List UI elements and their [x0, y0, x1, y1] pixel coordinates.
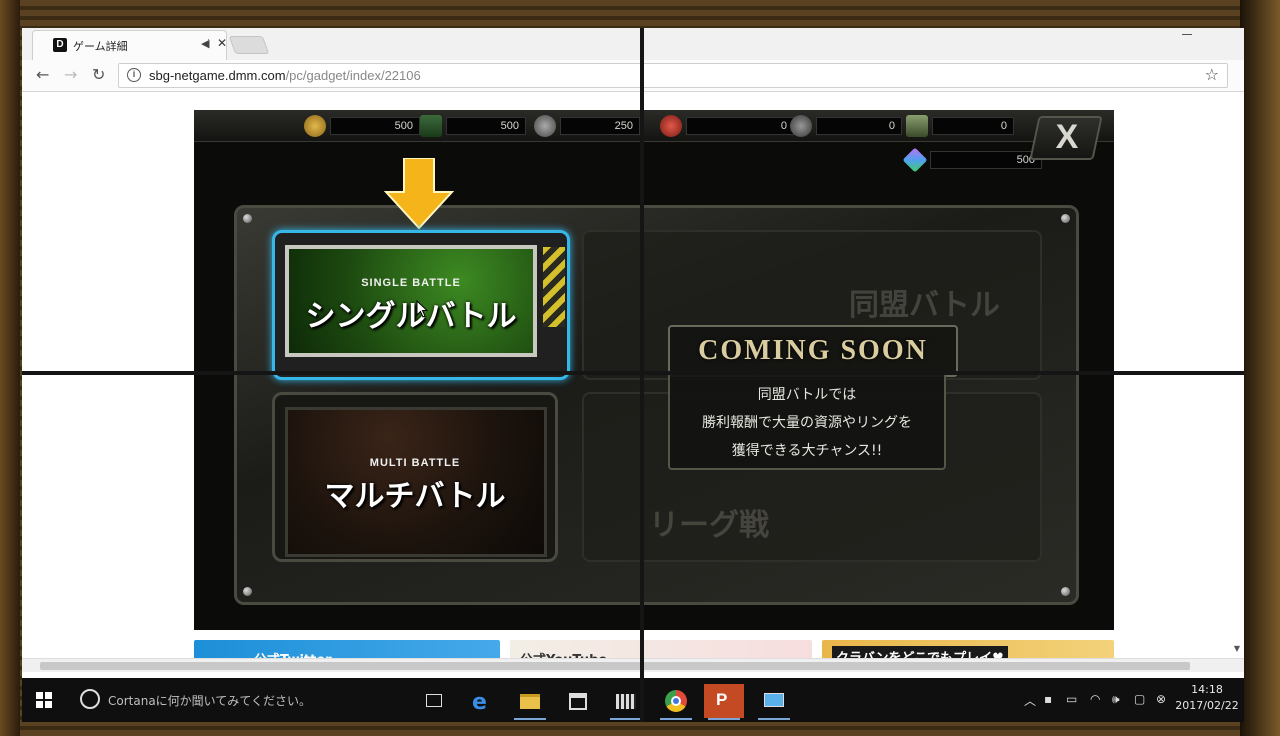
- forward-arrow-icon[interactable]: →: [64, 65, 77, 84]
- parts-icon: [534, 115, 556, 137]
- browser-toolbar: ← → ↻ i sbg-netgame.dmm.com/pc/gadget/in…: [22, 60, 1244, 92]
- tab-title: ゲーム詳細: [73, 40, 128, 53]
- url-host: sbg-netgame.dmm.com: [149, 68, 286, 83]
- multi-battle-button[interactable]: MULTI BATTLE マルチバトル: [272, 392, 558, 562]
- address-bar[interactable]: i sbg-netgame.dmm.com/pc/gadget/index/22…: [118, 63, 1228, 88]
- coming-soon-text: COMING SOON: [698, 335, 928, 366]
- cash-icon: [906, 115, 928, 137]
- mouse-cursor-icon: [416, 300, 429, 318]
- scrollbar-thumb[interactable]: [40, 662, 1190, 670]
- browser-tabstrip: D ゲーム詳細 ◀ׁ ✕: [22, 28, 1244, 60]
- coin-icon: [304, 115, 326, 137]
- info-icon[interactable]: i: [127, 68, 141, 82]
- coming-soon-panel: COMING SOON: [668, 325, 958, 377]
- edge-icon[interactable]: e: [462, 684, 502, 718]
- alliance-battle-label: 同盟バトル: [849, 288, 1000, 323]
- star-icon[interactable]: ☆: [1205, 65, 1219, 84]
- cortana-icon[interactable]: [80, 689, 100, 709]
- display-seam-horizontal: [22, 371, 1244, 375]
- description-line: 同盟バトルでは: [757, 387, 857, 403]
- speaker-icon[interactable]: ◀ׁ: [201, 37, 209, 50]
- supply-icon: [420, 115, 442, 137]
- single-battle-title: シングルバトル: [305, 299, 517, 334]
- resource-bar: 500 500 250 0 0 0: [194, 110, 1114, 142]
- show-hidden-icons-icon[interactable]: ︿: [1024, 692, 1036, 709]
- reload-icon[interactable]: ↻: [92, 65, 105, 84]
- url-path: /pc/gadget/index/22106: [285, 68, 421, 83]
- multi-battle-title: マルチバトル: [324, 479, 506, 514]
- down-arrow-icon: [384, 158, 454, 230]
- notifications-icon[interactable]: ▢: [1134, 692, 1145, 706]
- back-arrow-icon[interactable]: ←: [36, 65, 49, 84]
- league-battle-label: リーグ戦: [649, 508, 769, 543]
- resource-value: 0: [816, 117, 902, 135]
- error-icon[interactable]: ⊗: [1156, 692, 1166, 706]
- resource-value: 500: [446, 117, 526, 135]
- file-explorer-icon[interactable]: [510, 684, 550, 720]
- windows-start-icon[interactable]: [36, 692, 52, 708]
- gear-icon: [790, 115, 812, 137]
- url-text[interactable]: sbg-netgame.dmm.com/pc/gadget/index/2210…: [149, 68, 421, 83]
- description-line: 勝利報酬で大量の資源やリングを: [702, 415, 912, 431]
- multi-battle-sub: MULTI BATTLE: [369, 457, 461, 469]
- browser-tab[interactable]: D ゲーム詳細 ◀ׁ ✕: [32, 30, 227, 60]
- rivet: [243, 214, 252, 223]
- remote-desktop-icon[interactable]: [754, 684, 794, 720]
- task-view-icon[interactable]: [414, 684, 454, 718]
- battery-icon[interactable]: ▭: [1066, 692, 1077, 706]
- volume-icon[interactable]: 🕪: [1112, 692, 1120, 707]
- tray-app-icon[interactable]: ▪: [1044, 692, 1052, 706]
- resource-value: 500: [930, 151, 1042, 169]
- resource-value: 500: [330, 117, 420, 135]
- powerpoint-icon[interactable]: P: [704, 684, 744, 720]
- description-line: 獲得できる大チャンス!!: [731, 443, 883, 459]
- monitor-frame-right: [1240, 0, 1280, 736]
- rivet: [243, 587, 252, 596]
- store-icon[interactable]: [558, 684, 598, 718]
- page-content: 500 500 250 0 0 0 500 X 同盟バトル リーグ戦 SINGL…: [22, 92, 1244, 678]
- clock-date: 2017/02/22: [1175, 699, 1239, 712]
- new-tab-button[interactable]: [228, 36, 270, 54]
- close-icon[interactable]: X: [1044, 118, 1090, 157]
- bag-icon: [660, 115, 682, 137]
- cortana-search[interactable]: Cortanaに何か聞いてみてください。: [108, 692, 311, 709]
- alliance-description: 同盟バトルでは 勝利報酬で大量の資源やリングを 獲得できる大チャンス!!: [668, 372, 946, 470]
- screen: D ゲーム詳細 ◀ׁ ✕ ← → ↻ i sbg-netgame.dmm.com…: [22, 28, 1244, 722]
- dmm-logo-icon: D: [53, 38, 67, 52]
- single-battle-sub: SINGLE BATTLE: [361, 277, 461, 289]
- chrome-icon[interactable]: [656, 684, 696, 720]
- close-tab-icon[interactable]: ✕: [217, 36, 227, 50]
- rivet: [1061, 214, 1070, 223]
- wifi-icon[interactable]: ◠: [1090, 692, 1100, 706]
- horizontal-scrollbar[interactable]: [22, 658, 1244, 672]
- crystal-icon: [902, 147, 928, 173]
- resource-value: 0: [932, 117, 1014, 135]
- rivet: [1061, 587, 1070, 596]
- display-seam-vertical: [640, 28, 644, 722]
- minimize-icon[interactable]: [1182, 34, 1192, 35]
- resource-value: 250: [560, 117, 640, 135]
- monitor-frame-left: [0, 0, 20, 736]
- windows-taskbar: Cortanaに何か聞いてみてください。 e P ︿ ▪ ▭ ◠ 🕪 ▢ ⊗ 1…: [22, 678, 1244, 722]
- clock-time: 14:18: [1191, 683, 1223, 696]
- system-clock[interactable]: 14:18 2017/02/22: [1172, 682, 1242, 714]
- resource-value: 0: [686, 117, 794, 135]
- game-frame[interactable]: 500 500 250 0 0 0 500 X 同盟バトル リーグ戦 SINGL…: [194, 110, 1114, 630]
- scroll-down-icon[interactable]: ▼: [1234, 644, 1240, 653]
